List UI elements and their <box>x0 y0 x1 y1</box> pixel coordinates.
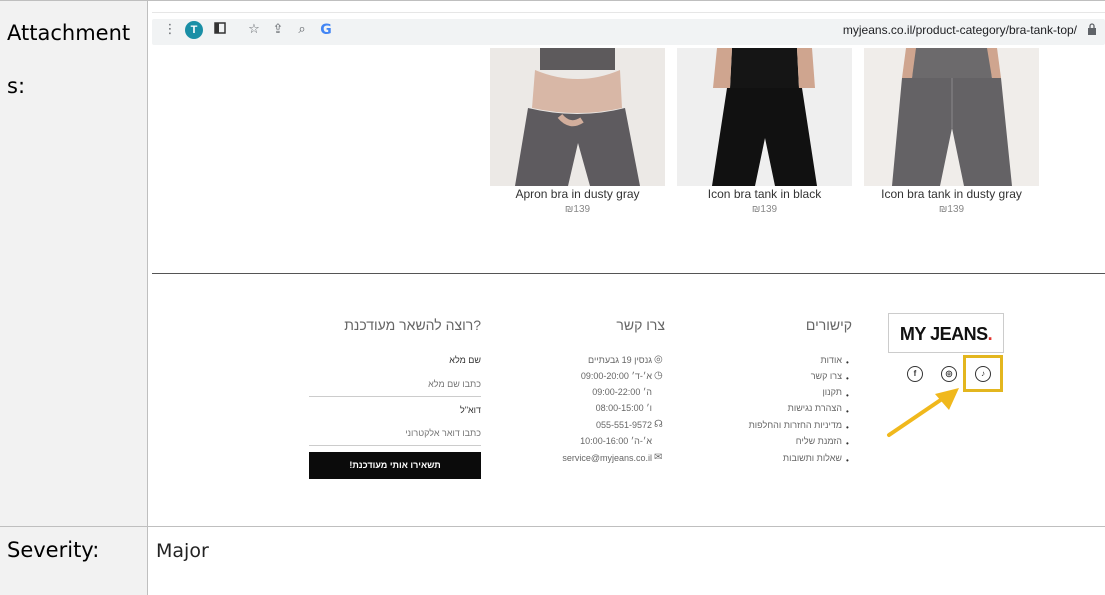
product-price-3: ₪139 <box>938 204 965 215</box>
contact-hours-3: ו׳ 08:00-15:00 <box>595 403 652 413</box>
link-bullets: • • • • • • • <box>846 358 849 465</box>
logo-dot: . <box>987 324 993 344</box>
instagram-icon[interactable]: ◎ <box>941 366 957 382</box>
more-vert-icon[interactable]: ⋮ <box>162 22 178 38</box>
location-pin-icon: ◎ <box>654 354 663 365</box>
annotation-arrow-icon <box>887 388 959 437</box>
product-name-3[interactable]: Icon bra tank in dusty gray <box>864 187 1039 201</box>
contact-title: צרו קשר <box>616 317 665 333</box>
footer-divider <box>152 273 1105 274</box>
clock-icon: ◷ <box>654 370 663 381</box>
product-image-3[interactable] <box>864 48 1039 186</box>
url-text[interactable]: myjeans.co.il/product-category/bra-tank-… <box>843 23 1077 37</box>
brand-logo[interactable]: MY JEANS. <box>888 313 1004 353</box>
product-price-1: ₪139 <box>564 204 591 215</box>
contact-phone-hours: א׳-ה׳ 10:00-16:00 <box>580 436 652 446</box>
google-icon[interactable]: G <box>318 22 334 38</box>
contact-address: גנסין 19 גבעתיים <box>588 355 652 365</box>
content-cell-severity <box>148 527 1105 595</box>
mail-icon: ✉ <box>654 452 663 463</box>
attachment-screenshot: ⋮ T ☆ ⇪ ⌕ G myjeans.co.il/product-catego… <box>152 12 1105 526</box>
table-border-top <box>0 0 1105 1</box>
footer-link-accessibility[interactable]: הצהרת נגישות <box>732 403 842 413</box>
product-name-1[interactable]: Apron bra in dusty gray <box>490 187 665 201</box>
name-label: שם מלא <box>449 355 481 365</box>
email-input[interactable] <box>309 420 481 446</box>
product-name-2[interactable]: Icon bra tank in black <box>677 187 852 201</box>
attachments-label-line2: s: <box>7 74 26 98</box>
footer-link-terms[interactable]: תקנון <box>732 387 842 397</box>
footer-link-faq[interactable]: שאלות ותשובות <box>732 453 842 463</box>
attachments-label-line1: Attachment <box>7 21 131 45</box>
product-image-2[interactable] <box>677 48 852 186</box>
avatar[interactable]: T <box>185 21 203 39</box>
footer-link-returns[interactable]: מדיניות החזרות והחלפות <box>732 420 842 430</box>
product-price-2: ₪139 <box>751 204 778 215</box>
share-icon[interactable]: ⇪ <box>270 22 286 38</box>
footer-link-courier[interactable]: הזמנת שליח <box>732 436 842 446</box>
newsletter-title: רוצה להשאר מעודכנת? <box>344 317 481 333</box>
browser-toolbar: ⋮ T ☆ ⇪ ⌕ G myjeans.co.il/product-catego… <box>152 12 1105 48</box>
star-icon[interactable]: ☆ <box>246 22 262 38</box>
severity-value: Major <box>156 540 209 562</box>
search-icon[interactable]: ⌕ <box>294 22 310 38</box>
subscribe-button[interactable]: תשאירו אותי מעודכנת! <box>309 452 481 479</box>
footer-link-contact[interactable]: צרו קשר <box>732 371 842 381</box>
contact-phone[interactable]: 055-551-9572 <box>552 420 652 430</box>
headset-icon: ☊ <box>654 419 663 430</box>
name-input[interactable] <box>309 371 481 397</box>
severity-label: Severity: <box>7 538 100 562</box>
links-title: קישורים <box>805 317 852 333</box>
contact-hours-1: א׳-ד׳ 09:00-20:00 <box>580 371 652 381</box>
contact-email[interactable]: service@myjeans.co.il <box>532 453 652 463</box>
table-column-divider <box>147 0 148 595</box>
sidepanel-icon[interactable] <box>212 22 228 38</box>
lock-icon <box>1088 23 1096 35</box>
table-row-divider <box>0 526 1105 527</box>
facebook-icon[interactable]: f <box>907 366 923 382</box>
logo-text: MY JEANS <box>899 324 988 344</box>
footer-link-about[interactable]: אודות <box>732 355 842 365</box>
product-image-1[interactable] <box>490 48 665 186</box>
contact-hours-2: ה׳ 09:00-22:00 <box>592 387 652 397</box>
email-label: דוא"ל <box>460 405 481 415</box>
